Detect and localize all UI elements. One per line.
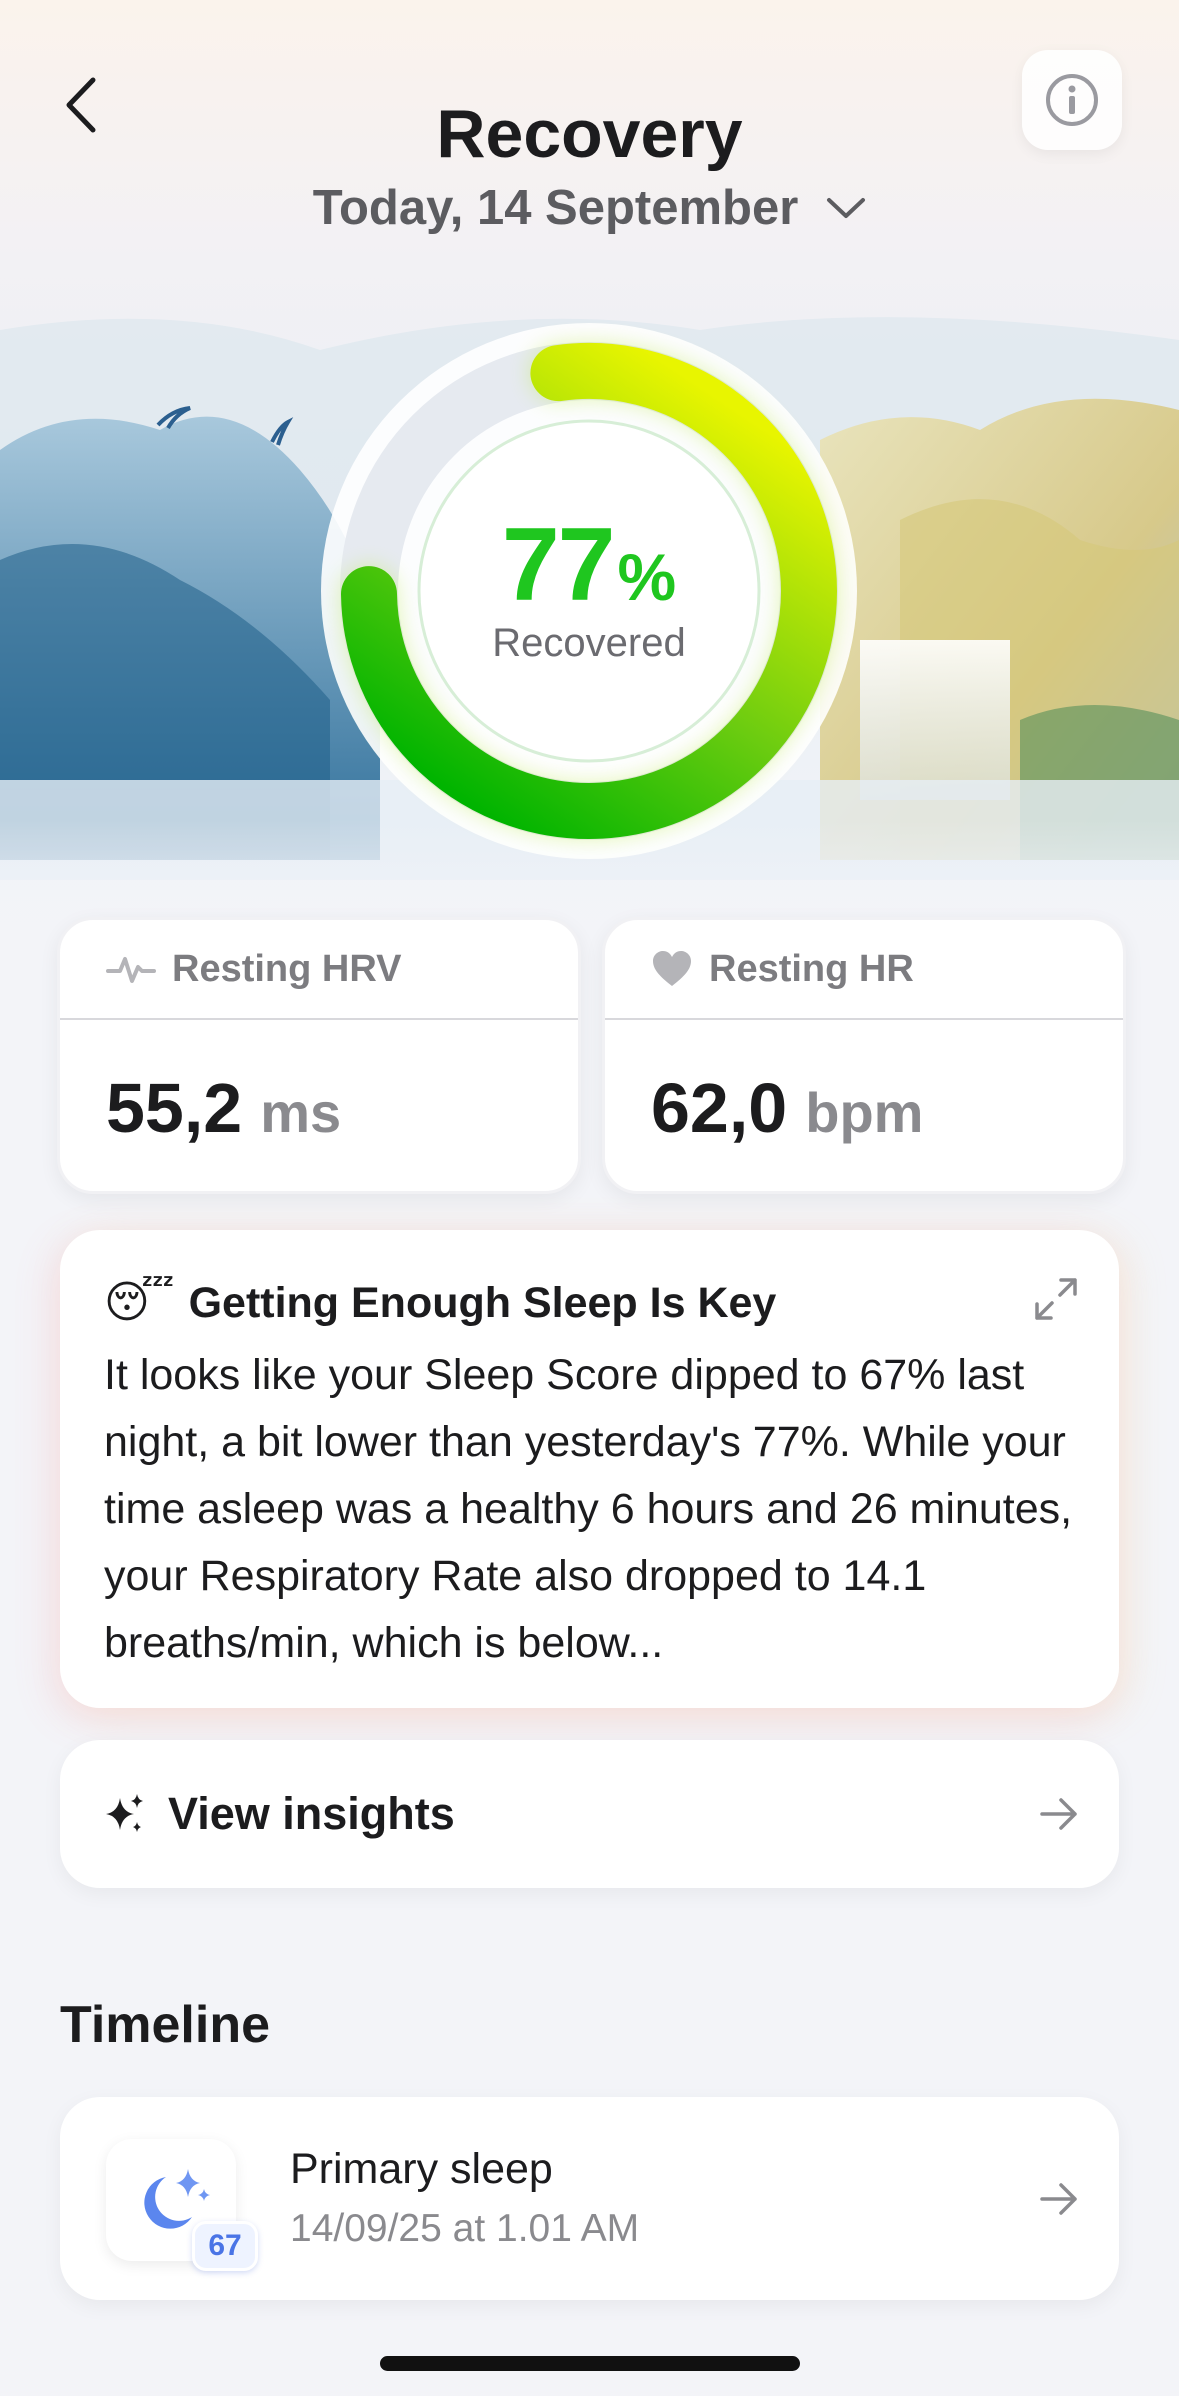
expand-icon xyxy=(1035,1278,1077,1320)
arrow-right-icon xyxy=(1040,2182,1077,2215)
resting-hrv-unit: ms xyxy=(260,1081,342,1144)
arrow-right-icon xyxy=(1040,1798,1077,1830)
timeline-item-time: 14/09/25 at 1.01 AM xyxy=(290,2207,640,2250)
info-button[interactable] xyxy=(1022,50,1122,150)
view-insights-button[interactable]: View insights xyxy=(60,1740,1119,1888)
info-icon xyxy=(1046,74,1098,126)
pulse-icon xyxy=(106,957,156,983)
resting-hr-value: 62,0 xyxy=(651,1069,788,1147)
date-label: Today, 14 September xyxy=(312,181,799,235)
sleeping-face-icon: 😴 xyxy=(104,1278,175,1327)
resting-hr-unit: bpm xyxy=(805,1081,924,1144)
sleep-score-badge: 67 xyxy=(192,2221,258,2271)
sleep-icon-box: 67 xyxy=(106,2139,258,2271)
recovery-ring: 77 % Recovered xyxy=(318,320,860,862)
timeline-item-primary-sleep[interactable]: 67 Primary sleep 14/09/25 at 1.01 AM xyxy=(60,2097,1119,2300)
resting-hrv-label: Resting HRV xyxy=(172,947,402,990)
resting-hrv-card[interactable]: Resting HRV 55,2 ms xyxy=(57,917,581,1194)
sparkles-icon xyxy=(106,1794,143,1832)
recovery-label: Recovered xyxy=(492,621,686,665)
recovery-percent: 77 xyxy=(501,507,616,623)
page-title: Recovery xyxy=(436,96,743,172)
expand-button[interactable] xyxy=(1031,1274,1081,1324)
resting-hrv-value: 55,2 xyxy=(106,1069,243,1147)
timeline-title: Timeline xyxy=(60,1996,271,2054)
percent-sign: % xyxy=(617,540,677,614)
insight-body: It looks like your Sleep Score dipped to… xyxy=(104,1351,1073,1667)
timeline-item-name: Primary sleep xyxy=(290,2145,553,2193)
resting-hr-card[interactable]: Resting HR 62,0 bpm xyxy=(602,917,1126,1194)
date-selector[interactable]: Today, 14 September xyxy=(0,180,1179,236)
chevron-down-icon xyxy=(827,198,866,218)
heart-icon xyxy=(653,951,691,986)
home-indicator xyxy=(380,2356,800,2371)
view-insights-label: View insights xyxy=(168,1788,455,1839)
insight-title: Getting Enough Sleep Is Key xyxy=(188,1278,777,1327)
insight-card[interactable]: 😴 Getting Enough Sleep Is Key It looks l… xyxy=(60,1230,1119,1708)
resting-hr-label: Resting HR xyxy=(709,947,914,990)
